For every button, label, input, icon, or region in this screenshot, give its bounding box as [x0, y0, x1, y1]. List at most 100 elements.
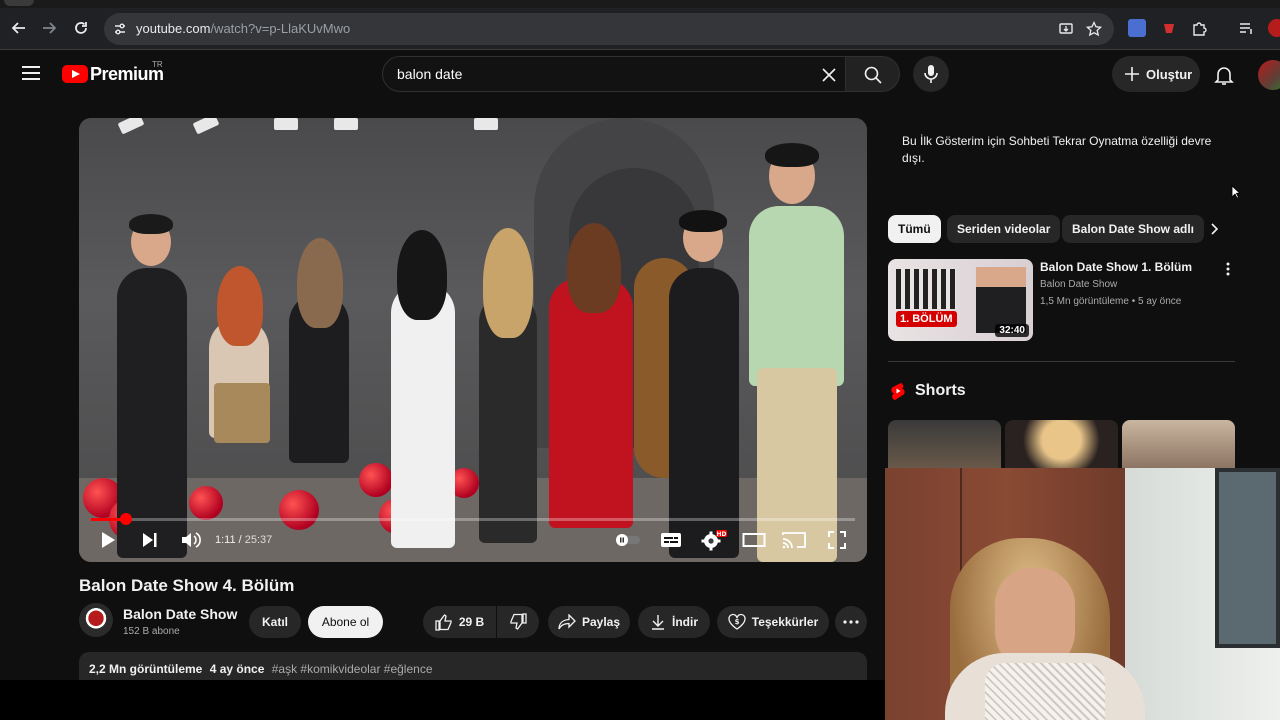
- more-horizontal-icon: [843, 620, 859, 624]
- chip-channel[interactable]: Balon Date Show adlı: [1062, 215, 1205, 243]
- url-path: /watch?v=p-LlaKUvMwo: [210, 21, 351, 36]
- chip-series[interactable]: Seriden videolar: [947, 215, 1061, 243]
- contestant-male-shirt: [749, 206, 844, 386]
- video-duration-badge: 32:40: [995, 324, 1029, 337]
- subscribe-button[interactable]: Abone ol: [308, 606, 383, 638]
- menu-icon[interactable]: [22, 66, 40, 80]
- thanks-label: Teşekkürler: [751, 615, 819, 629]
- channel-name[interactable]: Balon Date Show: [123, 606, 237, 622]
- profile-avatar-icon[interactable]: [1268, 19, 1280, 37]
- shorts-heading: Shorts: [915, 382, 966, 399]
- autoplay-toggle[interactable]: [613, 528, 643, 552]
- translate-extension-icon[interactable]: [1128, 19, 1146, 37]
- upload-age: 4 ay önce: [209, 662, 265, 676]
- more-actions-button[interactable]: [835, 606, 867, 638]
- view-count: 2,2 Mn görüntüleme: [89, 662, 203, 676]
- chevron-right-icon[interactable]: [1206, 221, 1222, 237]
- theater-mode-icon[interactable]: [741, 528, 767, 552]
- media-queue-icon[interactable]: [1237, 19, 1255, 37]
- account-avatar[interactable]: [1258, 60, 1280, 90]
- short-thumbnail[interactable]: [888, 420, 1001, 470]
- join-button[interactable]: Katıl: [249, 606, 301, 638]
- letterbox-bar: [0, 680, 885, 720]
- balloon: [189, 486, 223, 520]
- recommended-video-meta: 1,5 Mn görüntüleme • 5 ay önce: [1040, 296, 1182, 307]
- settings-gear-icon[interactable]: HD: [699, 528, 729, 552]
- join-label: Katıl: [261, 615, 288, 629]
- play-icon[interactable]: [97, 528, 119, 552]
- bookmark-star-icon[interactable]: [1085, 20, 1103, 37]
- contestant-2-hair: [297, 238, 343, 328]
- studio-light: [474, 118, 498, 130]
- video-player[interactable]: 1:11 / 25:37 HD: [79, 118, 867, 562]
- reload-icon[interactable]: [70, 17, 92, 39]
- webcam-person-top: [985, 663, 1105, 720]
- back-icon[interactable]: [8, 17, 30, 39]
- video-title: Balon Date Show 4. Bölüm: [79, 576, 295, 595]
- share-icon: [558, 614, 576, 630]
- search-input[interactable]: balon date: [382, 56, 846, 92]
- site-info-icon[interactable]: [112, 21, 128, 37]
- fullscreen-icon[interactable]: [825, 528, 849, 552]
- balloon: [279, 490, 319, 530]
- red-extension-icon[interactable]: [1160, 19, 1178, 37]
- svg-text:$: $: [734, 618, 739, 626]
- svg-text:HD: HD: [716, 531, 726, 538]
- download-label: İndir: [672, 615, 698, 629]
- cohost-hair: [679, 210, 727, 232]
- more-vertical-icon[interactable]: [1222, 260, 1234, 280]
- channel-avatar[interactable]: [79, 603, 113, 637]
- recommended-video-thumbnail[interactable]: 1. BÖLÜM 32:40: [888, 259, 1033, 341]
- address-bar[interactable]: youtube.com/watch?v=p-LlaKUvMwo: [104, 13, 1114, 45]
- forward-icon[interactable]: [38, 17, 60, 39]
- download-button[interactable]: İndir: [638, 606, 710, 638]
- contestant-3: [391, 283, 455, 548]
- thumb-episode-badge: 1. BÖLÜM: [896, 311, 957, 327]
- filter-chips: Tümü Seriden videolar Balon Date Show ad…: [888, 215, 1233, 243]
- hashtags[interactable]: #aşk #komikvideolar #eğlence: [272, 662, 433, 676]
- progress-bar[interactable]: [91, 513, 855, 525]
- section-divider: [888, 361, 1235, 362]
- short-thumbnail[interactable]: [1005, 420, 1118, 470]
- heart-dollar-icon: $: [728, 613, 746, 630]
- clear-search-icon[interactable]: [819, 65, 839, 85]
- voice-search-button[interactable]: [913, 56, 949, 92]
- like-button[interactable]: 29 B: [423, 606, 496, 638]
- webcam-overlay: [885, 468, 1280, 720]
- like-count: 29 B: [458, 615, 485, 629]
- notifications-bell-icon[interactable]: [1212, 63, 1236, 87]
- share-button[interactable]: Paylaş: [548, 606, 630, 638]
- dislike-button[interactable]: [497, 606, 539, 638]
- cast-icon[interactable]: [781, 528, 807, 552]
- url-text: youtube.com/watch?v=p-LlaKUvMwo: [136, 21, 350, 36]
- url-host: youtube.com: [136, 21, 211, 36]
- youtube-premium-logo[interactable]: Premium TR: [62, 60, 164, 84]
- subscribe-label: Abone ol: [321, 615, 370, 629]
- youtube-masthead: Premium TR balon date Oluştur: [0, 50, 1280, 100]
- short-thumbnail[interactable]: [1122, 420, 1235, 470]
- recommended-video-channel[interactable]: Balon Date Show: [1040, 279, 1117, 290]
- volume-icon[interactable]: [179, 528, 203, 552]
- browser-tab[interactable]: [4, 0, 34, 6]
- install-app-icon[interactable]: [1058, 21, 1074, 37]
- next-icon[interactable]: [139, 528, 161, 552]
- current-time: 1:11: [215, 534, 236, 546]
- recommended-video-title[interactable]: Balon Date Show 1. Bölüm: [1040, 260, 1192, 274]
- subtitles-icon[interactable]: [659, 528, 683, 552]
- search-button[interactable]: [846, 56, 900, 92]
- create-label: Oluştur: [1146, 66, 1193, 82]
- youtube-play-logo-icon: [62, 65, 88, 83]
- download-icon: [652, 615, 664, 630]
- browser-toolbar: youtube.com/watch?v=p-LlaKUvMwo: [0, 0, 1280, 50]
- tab-strip: [0, 0, 1280, 8]
- contestant-5: [549, 278, 633, 528]
- plus-icon: [1125, 67, 1139, 81]
- country-code: TR: [152, 60, 163, 69]
- search-icon: [864, 66, 882, 84]
- extensions-puzzle-icon[interactable]: [1191, 19, 1209, 37]
- contestant-male-hair: [765, 143, 819, 167]
- create-button[interactable]: Oluştur: [1112, 56, 1200, 92]
- thanks-button[interactable]: $ Teşekkürler: [717, 606, 829, 638]
- contestant-1-skirt: [214, 383, 270, 443]
- chip-all[interactable]: Tümü: [888, 215, 941, 243]
